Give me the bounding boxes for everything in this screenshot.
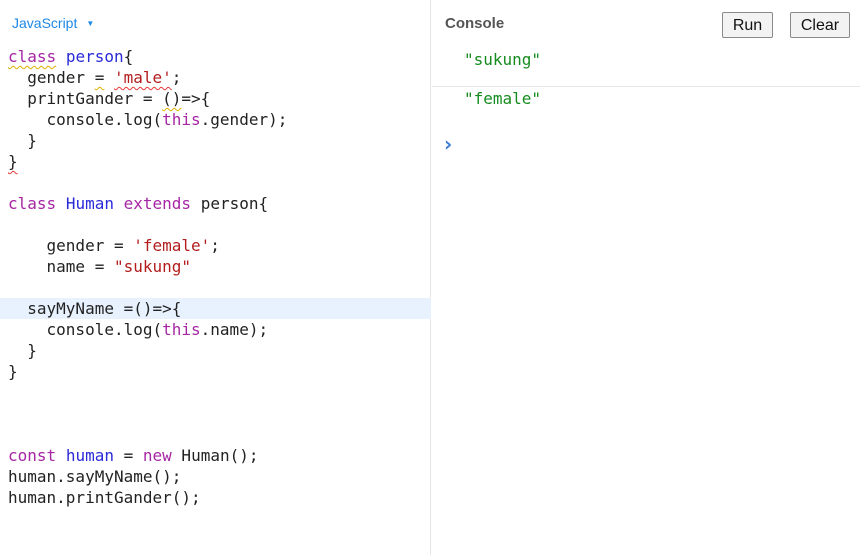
code-line[interactable] [0, 382, 431, 403]
console-title: Console [445, 15, 505, 32]
code-line[interactable] [0, 277, 431, 298]
code-token: } [8, 131, 37, 150]
code-line[interactable]: } [0, 340, 431, 361]
code-line[interactable] [0, 424, 431, 445]
code-line[interactable]: } [0, 130, 431, 151]
run-button[interactable]: Run [722, 12, 773, 38]
code-line[interactable]: human.sayMyName(); [0, 466, 431, 487]
code-token: = [94, 68, 105, 87]
code-token: =>{ [181, 89, 211, 108]
code-line[interactable]: human.printGander(); [0, 487, 431, 508]
clear-button[interactable]: Clear [790, 12, 850, 38]
code-playground: JavaScript ▼ class person{ gender = 'mal… [0, 0, 860, 555]
code-line[interactable]: const human = new Human(); [0, 445, 431, 466]
code-line[interactable]: class person{ [0, 46, 431, 67]
code-token: } [8, 152, 18, 171]
code-line[interactable]: name = "sukung" [0, 256, 431, 277]
code-token: name = [8, 257, 114, 276]
code-line[interactable]: } [0, 151, 431, 172]
code-token: console.log( [8, 110, 163, 129]
code-token: "sukung" [113, 257, 192, 276]
code-token: .gender); [200, 110, 288, 129]
code-line[interactable]: console.log(this.gender); [0, 109, 431, 130]
code-token: gender = [8, 236, 134, 255]
console-output-line: "female" [464, 89, 542, 108]
code-token: 'female' [133, 236, 211, 255]
language-label: JavaScript [12, 15, 78, 31]
code-line[interactable]: gender = 'male'; [0, 67, 431, 88]
code-editor-pane[interactable]: JavaScript ▼ class person{ gender = 'mal… [0, 0, 431, 555]
code-token: ; [171, 68, 182, 87]
code-token: ; [210, 236, 220, 255]
code-token: gender [8, 68, 95, 87]
dropdown-caret-icon: ▼ [86, 18, 95, 28]
code-line[interactable] [0, 172, 431, 193]
code-token: this [162, 320, 201, 339]
language-selector[interactable]: JavaScript ▼ [12, 15, 94, 31]
code-line[interactable]: gender = 'female'; [0, 235, 431, 256]
code-token: this [162, 110, 201, 129]
code-token: person{ [191, 194, 269, 213]
console-pane: Console Run Clear "sukung" "female" › [432, 0, 860, 555]
code-token: () [162, 89, 182, 108]
code-token: { [123, 47, 134, 66]
console-output-line: "sukung" [432, 49, 860, 87]
code-token: console.log( [8, 320, 163, 339]
code-area[interactable]: class person{ gender = 'male'; printGand… [0, 46, 431, 508]
code-token: .name); [200, 320, 269, 339]
code-line[interactable] [0, 403, 431, 424]
code-token: = [113, 446, 143, 465]
console-prompt-icon[interactable]: › [444, 132, 452, 156]
code-token: Human(); [171, 446, 259, 465]
code-token: } [8, 362, 18, 381]
code-token: class [8, 47, 57, 66]
code-line[interactable]: printGander = ()=>{ [0, 88, 431, 109]
code-token: extends [123, 194, 192, 213]
code-token: class [8, 194, 57, 213]
code-token: printGander = [8, 89, 163, 108]
code-line[interactable]: class Human extends person{ [0, 193, 431, 214]
code-token: person [65, 47, 124, 66]
code-token: Human [65, 194, 114, 213]
code-token: new [142, 446, 172, 465]
code-line[interactable] [0, 214, 431, 235]
code-token: human [65, 446, 114, 465]
code-token: const [8, 446, 57, 465]
code-line[interactable]: console.log(this.name); [0, 319, 431, 340]
code-line[interactable]: sayMyName =()=>{ [0, 298, 431, 319]
code-token: } [8, 341, 37, 360]
code-line[interactable]: } [0, 361, 431, 382]
code-token: 'male' [113, 68, 172, 87]
code-token: sayMyName =()=>{ [8, 299, 182, 318]
code-token: human.sayMyName(); [8, 467, 182, 486]
code-token: human.printGander(); [8, 488, 201, 507]
